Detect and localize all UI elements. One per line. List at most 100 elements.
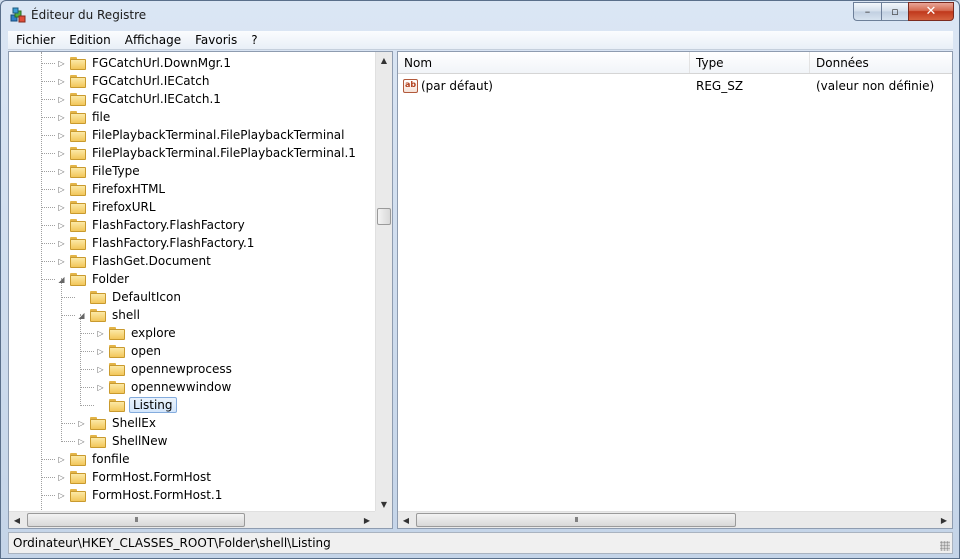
tree-item[interactable]: ▷ opennewprocess [96,360,234,378]
expand-arrow-icon[interactable]: ▷ [57,167,66,176]
tree-item-label: shell [112,308,140,322]
expand-arrow-icon[interactable]: ▷ [57,77,66,86]
scroll-left-arrow-icon[interactable]: ◀ [9,512,25,528]
list-horizontal-scrollbar[interactable]: ◀ III ▶ [398,511,952,528]
tree-item-label: FlashGet.Document [92,254,211,268]
tree-guide-line [41,225,55,226]
key-tree[interactable]: ▷ FGCatchUrl.DownMgr.1 ▷ FGCatchUrl.IECatch… [9,52,375,512]
expand-arrow-icon[interactable]: ▷ [96,365,105,374]
list-item[interactable]: ab (par défaut) REG_SZ (valeur non défin… [398,77,952,95]
expand-arrow-icon[interactable]: ▷ [96,347,105,356]
tree-vertical-scrollbar[interactable]: ▲ ▼ [375,52,392,512]
minimize-button[interactable]: – [853,2,881,21]
tree-guide-line [61,423,75,424]
tree-item[interactable]: ▷ ShellNew [77,432,169,450]
expand-arrow-icon[interactable]: ▷ [96,329,105,338]
column-header-type[interactable]: Type [690,52,810,73]
tree-item[interactable]: ▷ open [96,342,163,360]
tree-item[interactable]: ▷ FormHost.FormHost.1 [57,486,224,504]
window-controls: – ▫ ✕ [853,2,954,21]
tree-item[interactable]: ▷ FGCatchUrl.IECatch.1 [57,90,223,108]
tree-item[interactable]: ▷ fonfile [57,450,131,468]
tree-guide-line [41,189,55,190]
tree-item[interactable]: ▷ FirefoxURL [57,198,158,216]
tree-item[interactable]: ▷ FirefoxHTML [57,180,167,198]
expand-arrow-icon[interactable]: ▷ [57,113,66,122]
value-type: REG_SZ [696,79,744,93]
close-icon: ✕ [925,4,937,19]
menu-fichier[interactable]: Fichier [8,33,61,47]
expand-arrow-icon[interactable]: ▷ [57,473,66,482]
expand-arrow-icon[interactable]: ▷ [96,383,105,392]
scroll-thumb[interactable] [377,208,391,225]
tree-item[interactable]: ▷ FGCatchUrl.IECatch [57,72,211,90]
values-list-pane[interactable]: Nom Type Données ab (par défaut) REG_SZ … [397,51,953,529]
folder-icon [70,452,86,466]
tree-item[interactable]: ▷ ShellEx [77,414,158,432]
tree-guide-line [41,153,55,154]
close-button[interactable]: ✕ [908,2,954,21]
expand-arrow-icon[interactable]: ▷ [57,491,66,500]
collapse-arrow-icon[interactable]: ◢ [57,275,66,284]
tree-item[interactable]: ▷ file [57,108,112,126]
tree-guide-line [41,171,55,172]
maximize-button[interactable]: ▫ [881,2,908,21]
tree-guide-line [41,477,55,478]
tree-horizontal-scrollbar[interactable]: ◀ III ▶ [9,511,375,528]
tree-item[interactable]: Listing [96,396,177,414]
expand-arrow-icon[interactable]: ▷ [57,149,66,158]
key-tree-pane[interactable]: ▷ FGCatchUrl.DownMgr.1 ▷ FGCatchUrl.IECatch… [8,51,393,529]
tree-item[interactable]: ▷ explore [96,324,178,342]
folder-icon [90,416,106,430]
folder-icon [70,254,86,268]
tree-item[interactable]: ▷ FlashGet.Document [57,252,213,270]
column-header-donnees[interactable]: Données [810,52,952,73]
expand-arrow-icon[interactable]: ▷ [57,95,66,104]
expand-arrow-icon[interactable]: ▷ [57,455,66,464]
title-bar[interactable]: Éditeur du Registre – ▫ ✕ [1,1,959,31]
expand-arrow-icon[interactable]: ▷ [57,257,66,266]
tree-item-label: FGCatchUrl.DownMgr.1 [92,56,231,70]
current-key-path: Ordinateur\HKEY_CLASSES_ROOT\Folder\shel… [13,536,331,550]
resize-grip-icon[interactable] [940,541,950,551]
expand-arrow-icon[interactable]: ▷ [77,437,86,446]
tree-item[interactable]: ◢ shell [77,306,142,324]
menu-help[interactable]: ? [243,33,263,47]
tree-item[interactable]: ◢ Folder [57,270,131,288]
tree-item[interactable]: ▷ FilePlaybackTerminal.FilePlaybackTermin… [57,144,358,162]
menu-favoris[interactable]: Favoris [187,33,243,47]
folder-icon [70,488,86,502]
tree-item[interactable]: ▷ FGCatchUrl.DownMgr.1 [57,54,233,72]
expand-arrow-icon[interactable]: ▷ [57,203,66,212]
menu-affichage[interactable]: Affichage [117,33,187,47]
collapse-arrow-icon[interactable]: ◢ [77,311,86,320]
tree-item[interactable]: ▷ FlashFactory.FlashFactory [57,216,247,234]
expand-arrow-icon[interactable]: ▷ [57,185,66,194]
tree-item[interactable]: ▷ FilePlaybackTerminal.FilePlaybackTermin… [57,126,347,144]
tree-item[interactable]: ▷ FormHost.FormHost [57,468,213,486]
tree-item-label: Folder [92,272,130,286]
scroll-up-arrow-icon[interactable]: ▲ [376,52,392,68]
tree-item[interactable]: ▷ opennewwindow [96,378,233,396]
scroll-right-arrow-icon[interactable]: ▶ [936,512,952,528]
scroll-left-arrow-icon[interactable]: ◀ [398,512,414,528]
expand-arrow-icon[interactable]: ▷ [57,131,66,140]
tree-item[interactable]: ▷ FlashFactory.FlashFactory.1 [57,234,256,252]
expand-arrow-icon[interactable]: ▷ [57,239,66,248]
scroll-thumb[interactable]: III [416,513,736,527]
value-name: (par défaut) [421,79,493,93]
list-header: Nom Type Données [398,52,952,74]
expand-arrow-icon[interactable]: ▷ [57,59,66,68]
tree-item[interactable]: DefaultIcon [77,288,183,306]
scroll-thumb[interactable]: III [27,513,245,527]
folder-icon [109,326,125,340]
menu-edition[interactable]: Edition [61,33,117,47]
tree-guide-line [41,135,55,136]
expand-arrow-icon[interactable]: ▷ [77,419,86,428]
scroll-down-arrow-icon[interactable]: ▼ [376,496,392,512]
tree-item-label: FilePlaybackTerminal.FilePlaybackTermina… [92,146,356,160]
tree-item[interactable]: ▷ FileType [57,162,142,180]
expand-arrow-icon[interactable]: ▷ [57,221,66,230]
column-header-nom[interactable]: Nom [398,52,690,73]
scroll-right-arrow-icon[interactable]: ▶ [359,512,375,528]
